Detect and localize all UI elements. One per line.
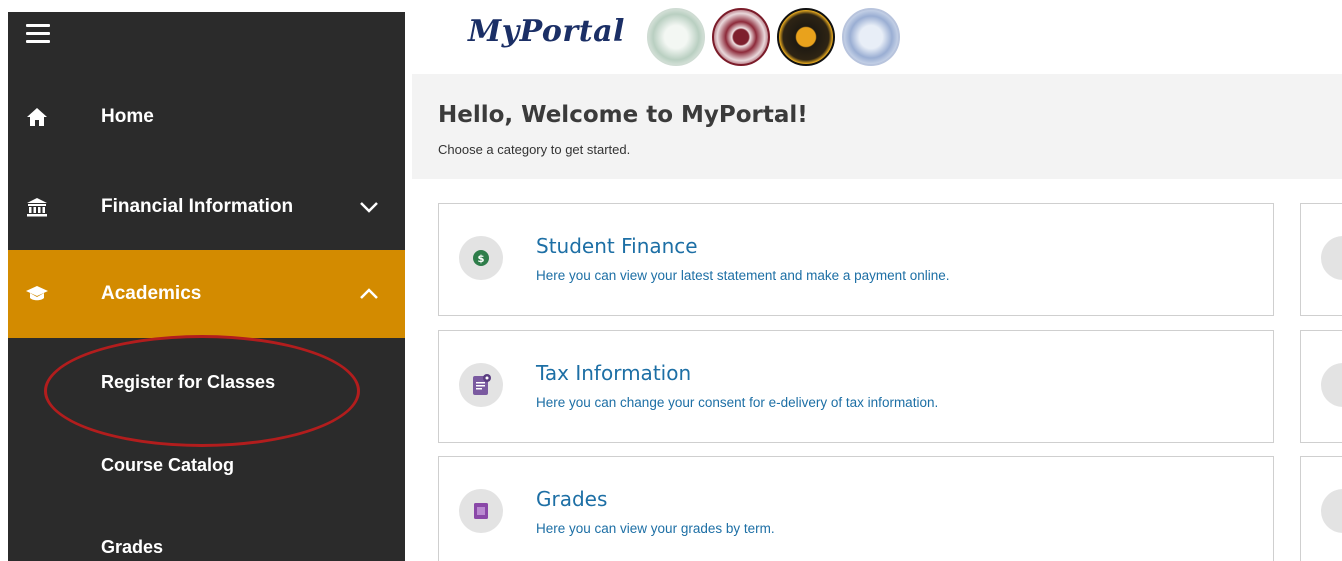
sidebar-subitem-course-catalog[interactable]: Course Catalog [101,455,234,476]
sidebar-item-label: Home [101,106,154,127]
sidebar-item-label: Financial Information [101,196,294,217]
sidebar-item-academics[interactable]: Academics [8,250,405,338]
college-seal-2-icon [712,8,770,66]
dollar-icon: $ [459,236,503,280]
category-card-partial[interactable] [1300,456,1342,561]
card-icon [1321,489,1342,533]
card-description: Here you can view your latest statement … [536,268,950,283]
category-area: $ Student Finance Here you can view your… [412,179,1342,561]
card-description: Here you can view your grades by term. [536,521,775,536]
card-icon [1321,236,1342,280]
card-icon [1321,363,1342,407]
page-subtitle: Choose a category to get started. [438,142,631,157]
chevron-up-icon[interactable] [359,284,379,304]
chevron-down-icon[interactable] [359,197,379,217]
category-card-partial[interactable] [1300,203,1342,316]
main-content: Hello, Welcome to MyPortal! Choose a cat… [412,74,1342,561]
page-title: Hello, Welcome to MyPortal! [438,102,808,128]
sidebar-item-home[interactable]: Home [8,74,405,160]
college-seal-1-icon [647,8,705,66]
document-icon [459,363,503,407]
card-title[interactable]: Student Finance [536,234,698,258]
menu-icon[interactable] [26,24,50,44]
card-description: Here you can change your consent for e-d… [536,395,939,410]
sidebar-item-financial-information[interactable]: Financial Information [8,164,405,250]
sidebar-subitem-register-for-classes[interactable]: Register for Classes [101,372,275,393]
category-card-partial[interactable] [1300,330,1342,443]
grades-icon [459,489,503,533]
sidebar-subitem-grades[interactable]: Grades [101,537,163,558]
card-title[interactable]: Tax Information [536,361,691,385]
sidebar-item-label: Academics [101,283,202,304]
college-seal-3-icon [777,8,835,66]
portal-logo[interactable]: MyPortal [468,14,625,49]
college-seal-4-icon [842,8,900,66]
logo-bar: MyPortal [405,0,1342,74]
graduation-cap-icon [24,281,50,307]
home-icon [24,104,50,130]
svg-text:$: $ [478,254,485,265]
card-title[interactable]: Grades [536,487,607,511]
sidebar: Home Financial Information Academics Reg… [8,12,405,561]
category-card-grades[interactable]: Grades Here you can view your grades by … [438,456,1274,561]
category-card-student-finance[interactable]: $ Student Finance Here you can view your… [438,203,1274,316]
category-card-tax-information[interactable]: Tax Information Here you can change your… [438,330,1274,443]
bank-icon [24,194,50,220]
